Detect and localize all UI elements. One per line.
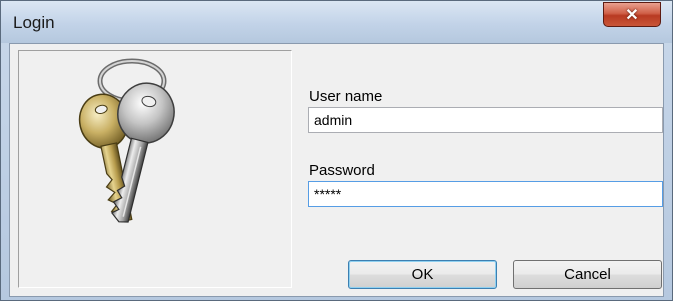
close-icon: ✕ [625,6,639,24]
title-bar[interactable]: Login ✕ [1,1,672,43]
dialog-body: User name Password OK Cancel [9,43,664,297]
keys-icon [78,58,175,223]
ok-button[interactable]: OK [348,260,497,289]
cancel-button[interactable]: Cancel [513,260,662,289]
login-dialog: Login ✕ User name admin Password ***** O… [0,0,673,301]
password-label: Password [309,162,375,179]
password-field[interactable] [308,181,663,207]
close-button[interactable]: ✕ [603,2,661,27]
window-title: Login [13,13,55,32]
username-field[interactable] [308,107,663,133]
username-label: User name [309,88,383,105]
picture-panel [18,50,292,288]
